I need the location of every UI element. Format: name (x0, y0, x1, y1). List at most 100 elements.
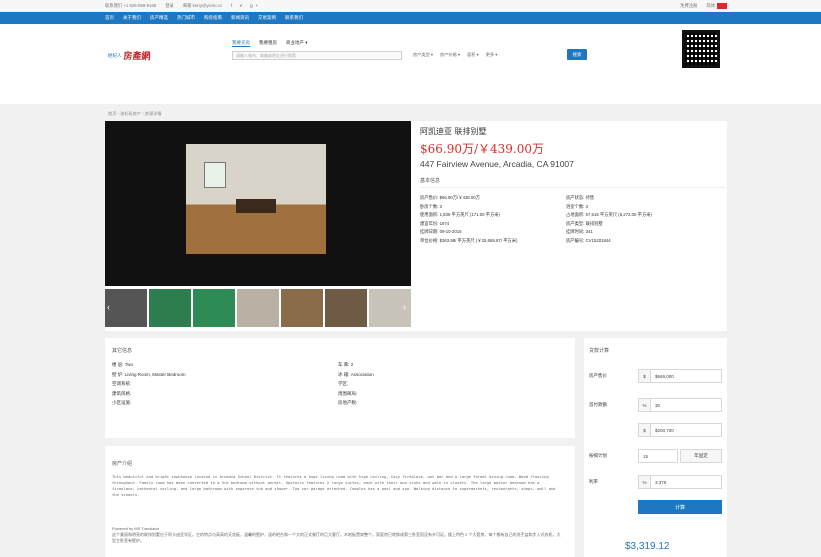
thumbnail[interactable] (105, 289, 147, 327)
nav-news[interactable]: 新闻资讯 (231, 15, 249, 21)
prev-arrow-icon[interactable]: ‹ (107, 302, 110, 312)
other-info-item: 学区: (338, 381, 349, 386)
nav-cities[interactable]: 热门城市 (177, 15, 195, 21)
china-flag-icon[interactable] (717, 3, 727, 9)
mortgage-calculator: 贷款计算 房产售价 $ $669,000 首付款额 % 30 $ $200,70… (584, 338, 727, 557)
other-info-panel: 其它信息 楼 层: Two 壁 炉: Living Room, Master B… (105, 338, 575, 438)
window-image (204, 162, 226, 188)
detail-item: 建造年份: 1974 (420, 220, 450, 226)
nav-about[interactable]: 关于我们 (123, 15, 141, 21)
nav-guide[interactable]: 购房指南 (204, 15, 222, 21)
other-info-item: 车 库: 2 (338, 362, 354, 367)
logo-mark: 房產網 (123, 52, 151, 62)
other-info-item: 冰 箱: Association (338, 371, 374, 377)
nav-contact[interactable]: 联系我们 (285, 15, 303, 21)
thumbnail[interactable] (193, 289, 235, 327)
phone-text: 联系我们 +1 626-559-9168 (105, 3, 157, 8)
listing-panel: ‹ › 阿凯迪亚 联排别墅 $66.90万/￥439.00万 447 Fairv… (105, 121, 727, 331)
breadcrumb[interactable]: 首页 › 洛杉矶房产 › 房源详情 (108, 111, 162, 117)
register-link[interactable]: 免费注册 (680, 3, 697, 9)
room-image (186, 144, 326, 254)
table-image (236, 199, 276, 213)
intro-chinese: 这个美丽和明亮的联排别墅位于阿卡迪亚学区。它的特点与高高的天花板，温馨的壁炉，湿… (112, 532, 561, 543)
rate-label: 利率 (589, 479, 598, 484)
thumbnail[interactable] (325, 289, 367, 327)
down-percent-input[interactable]: % 30 (638, 398, 722, 412)
detail-item: 房产状态: 待售 (566, 195, 595, 200)
login-link[interactable]: 登录 (165, 3, 174, 9)
detail-item: 房产编号: CV15201844 (566, 237, 611, 243)
social-icons[interactable]: f ✔ g+ (231, 3, 261, 9)
price-input[interactable]: $ $669,000 (638, 369, 722, 383)
thumbnail[interactable] (149, 289, 191, 327)
nav-featured[interactable]: 房产精选 (150, 15, 168, 21)
detail-grid: 房产售价: $66.90万/￥439.00万 房产状态: 待售 卧房个数: 3 … (420, 195, 725, 244)
intro-text: This beautiful and bright townhouse loca… (112, 474, 556, 497)
calculate-button[interactable]: 计算 (638, 500, 722, 514)
other-info-item: 空调系统: (112, 381, 132, 386)
calculator-heading: 贷款计算 (589, 348, 610, 354)
intro-heading: 房产介绍 (112, 461, 133, 467)
search-tabs: 我要买房 我要租房 商业地产 ▾ (232, 40, 317, 47)
nav-cases[interactable]: 交易案例 (258, 15, 276, 21)
detail-item: 房产类型: 联排别墅 (566, 220, 603, 226)
intro-translation: Powered by MS Translator 这个美丽和明亮的联排别墅位于阿… (112, 526, 562, 544)
percent-icon: % (639, 476, 651, 488)
thumbnail[interactable] (281, 289, 323, 327)
listing-price: $66.90万/￥439.00万 (420, 142, 545, 156)
detail-item: 挂牌日期: 09-10-2015 (420, 229, 462, 234)
main-photo[interactable] (105, 121, 411, 286)
qr-code-icon (682, 30, 720, 68)
main-nav: 首页 关于我们 房产精选 热门城市 购房指南 新闻资讯 交易案例 联系我们 (0, 12, 821, 24)
down-amount-value: $200,700 (655, 427, 674, 433)
detail-item: 卧房个数: 3 (420, 203, 442, 209)
thumbnail[interactable] (237, 289, 279, 327)
listing-title: 阿凯迪亚 联排别墅 (420, 127, 487, 136)
years-input[interactable]: 15 (638, 449, 678, 463)
years-value: 15 (643, 453, 649, 459)
email-link[interactable]: 邮箱 kerry@yiviru.cc (183, 3, 222, 9)
price-label: 房产售价 (589, 373, 607, 378)
monthly-payment-result: $3,319.12 (625, 541, 670, 552)
language-select[interactable]: 简体 (706, 3, 715, 9)
tab-buy[interactable]: 我要买房 (232, 40, 250, 47)
other-info-item: 房地产税: (338, 400, 358, 405)
detail-item: 使用面积: 1,838 平方英尺 (171.00 平方米) (420, 212, 500, 217)
down-payment-label: 首付款额 (589, 402, 607, 407)
loan-type-select[interactable]: 年固定 (680, 449, 722, 463)
filter-area[interactable]: 面积 ▾ (467, 52, 479, 58)
tab-rent[interactable]: 我要租房 (259, 40, 277, 47)
top-info-bar: 联系我们 +1 626-559-9168 登录 邮箱 kerry@yiviru.… (0, 0, 821, 11)
next-arrow-icon[interactable]: › (403, 302, 406, 312)
down-percent-value: 30 (655, 402, 661, 408)
detail-item: 占地面积: 67,515 平方英尺 (6,272.00 平方米) (566, 212, 652, 217)
other-info-item: 建筑风格: (112, 390, 132, 396)
search-button[interactable]: 搜索 (567, 49, 587, 60)
percent-icon: % (639, 399, 651, 411)
property-intro-panel: 房产介绍 This beautiful and bright townhouse… (105, 446, 575, 557)
listing-address: 447 Fairview Avenue, Arcadia, CA 91007 (420, 159, 574, 169)
detail-item: 单位价格: $363.98/ 平方英尺 (￥25,659.87/ 平方米) (420, 237, 518, 243)
other-info-item: 楼 层: Two (112, 362, 134, 367)
rate-input[interactable]: % 3.375 (638, 475, 722, 489)
tab-commercial[interactable]: 商业地产 ▾ (286, 40, 308, 47)
filter-more[interactable]: 更多 ▾ (486, 52, 498, 58)
other-info-item: 周围邮局: (338, 390, 358, 396)
listing-info: 阿凯迪亚 联排别墅 $66.90万/￥439.00万 447 Fairview … (420, 126, 725, 244)
basic-info-heading: 基本信息 (420, 177, 725, 188)
other-info-right: 车 库: 2 冰 箱: Association 学区: 周围邮局: 房地产税: (338, 360, 374, 408)
loan-plan-label: 按揭计划 (589, 453, 607, 458)
other-info-item: 壁 炉: Living Room, Master Bedroom (112, 371, 186, 377)
other-info-left: 楼 层: Two 壁 炉: Living Room, Master Bedroo… (112, 360, 186, 408)
other-info-item: 小区设施: (112, 400, 132, 405)
down-amount-input[interactable]: $ $200,700 (638, 423, 722, 437)
dollar-icon: $ (639, 424, 651, 436)
detail-item: 挂牌时间: 341 (566, 229, 593, 234)
filter-type[interactable]: 房产类型 ▾ (413, 52, 433, 58)
site-logo[interactable]: 經紀人 房產網 (108, 48, 168, 63)
nav-home[interactable]: 首页 (105, 15, 114, 21)
detail-item: 浴室个数: 3 (566, 203, 588, 209)
other-info-heading: 其它信息 (112, 348, 133, 354)
filter-price[interactable]: 房产价格 ▾ (440, 52, 460, 58)
search-input[interactable]: 请输入城市、邮编或地址进行搜索 (232, 51, 402, 60)
